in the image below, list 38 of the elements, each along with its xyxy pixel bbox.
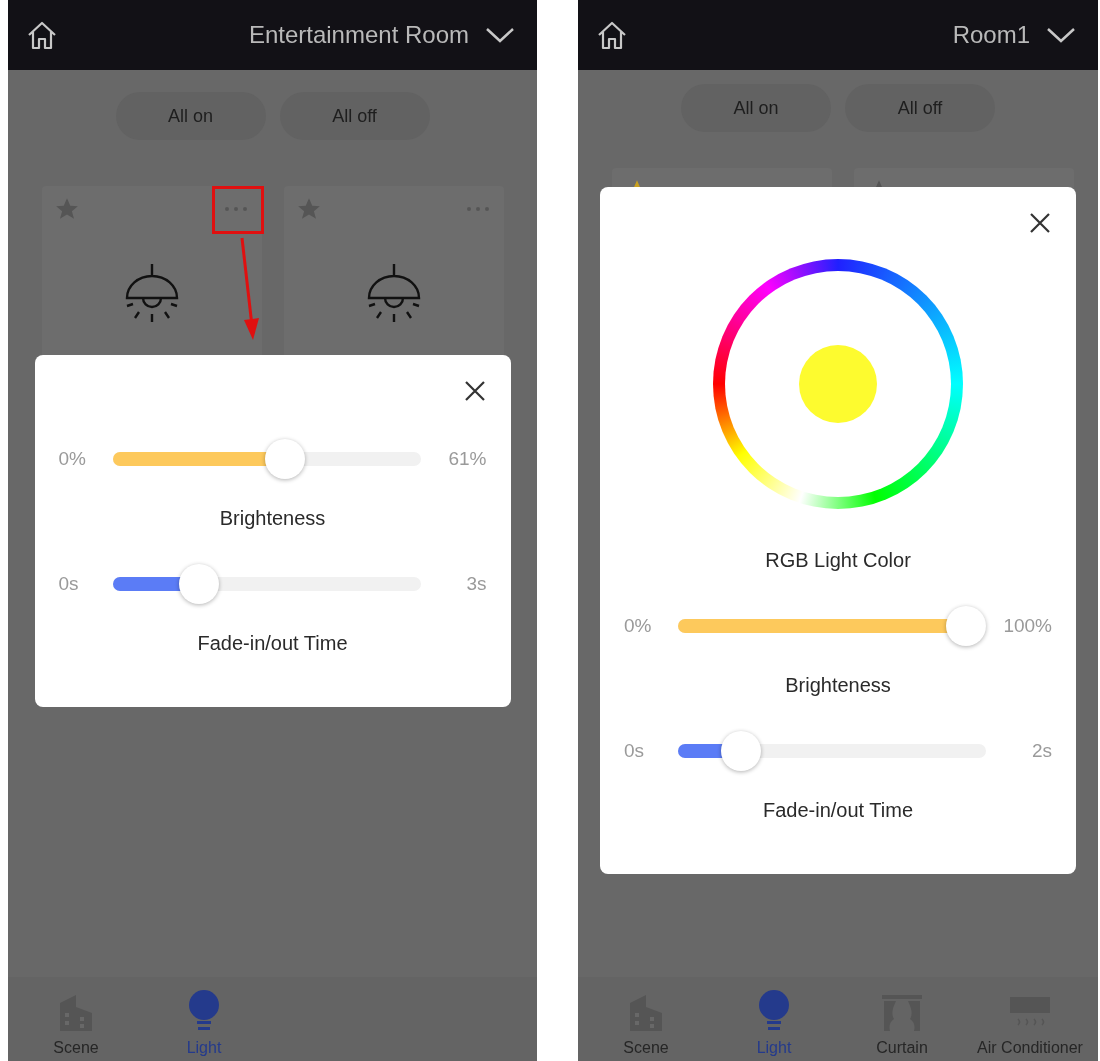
slider-min-label: 0% [624, 615, 653, 637]
nav-tab[interactable]: Scene [12, 977, 140, 1061]
slider[interactable] [678, 731, 986, 771]
nav-tab[interactable]: Air Conditioner [966, 977, 1094, 1061]
slider-label: Brighteness [785, 674, 891, 697]
nav-tab[interactable]: Light [140, 977, 268, 1061]
nav-tab[interactable]: Curtain [838, 977, 966, 1061]
slider-thumb[interactable] [946, 606, 986, 646]
home-icon[interactable] [596, 19, 628, 51]
all-toggle-button[interactable]: All off [845, 84, 995, 132]
chevron-down-icon[interactable] [1046, 26, 1076, 44]
slider[interactable] [112, 563, 421, 604]
all-toggle-button[interactable]: All on [681, 84, 831, 132]
all-toggle-button[interactable]: All off [279, 92, 430, 140]
slider-min-label: 0s [624, 740, 646, 762]
slider-max-label: 2s [1030, 740, 1052, 762]
slider-min-label: 0s [58, 572, 80, 595]
slider-min-label: 0% [58, 447, 87, 470]
slider-thumb[interactable] [265, 438, 306, 479]
slider-max-label: 3s [465, 572, 487, 595]
slider-max-label: 100% [1002, 615, 1052, 637]
all-toggle-button[interactable]: All on [115, 92, 266, 140]
room-title[interactable]: Entertainment Room [248, 21, 469, 49]
slider-thumb[interactable] [178, 563, 219, 604]
slider-label: Brighteness [219, 506, 326, 530]
slider-label: Fade-in/out Time [762, 799, 914, 822]
slider-max-label: 61% [447, 447, 487, 470]
chevron-down-icon[interactable] [485, 26, 515, 44]
room-title[interactable]: Room1 [952, 21, 1030, 49]
slider[interactable] [112, 438, 421, 479]
nav-tab[interactable]: Light [710, 977, 838, 1061]
color-label: RGB Light Color [765, 549, 911, 572]
slider-label: Fade-in/out Time [197, 631, 348, 655]
home-icon[interactable] [26, 19, 58, 51]
slider[interactable] [678, 606, 986, 646]
nav-tab[interactable]: Scene [582, 977, 710, 1061]
slider-thumb[interactable] [721, 731, 762, 771]
highlight-frame [212, 186, 264, 234]
